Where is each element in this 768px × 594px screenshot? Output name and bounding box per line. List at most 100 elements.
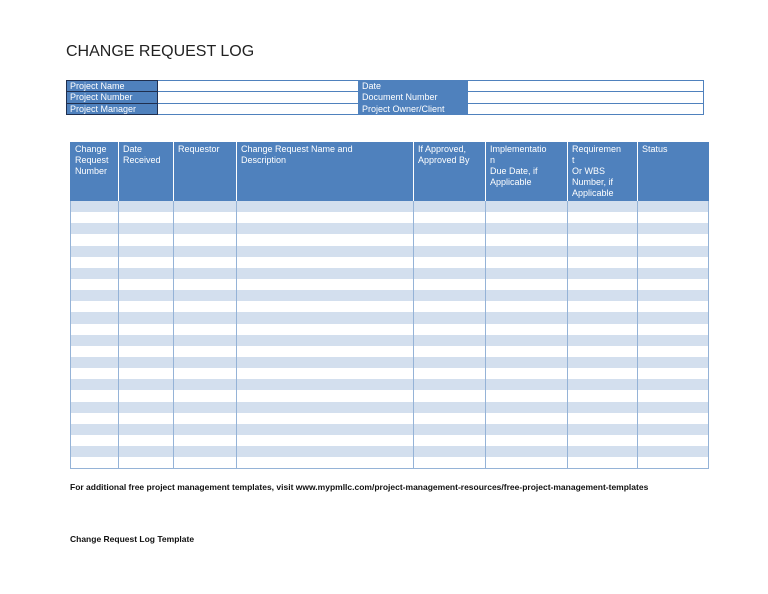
table-cell[interactable] bbox=[413, 212, 486, 224]
table-cell[interactable] bbox=[70, 278, 119, 291]
table-cell[interactable] bbox=[485, 201, 568, 213]
table-cell[interactable] bbox=[118, 379, 174, 391]
table-cell[interactable] bbox=[173, 412, 237, 424]
table-cell[interactable] bbox=[567, 290, 638, 302]
table-cell[interactable] bbox=[118, 301, 174, 313]
table-cell[interactable] bbox=[413, 379, 486, 391]
table-cell[interactable] bbox=[70, 245, 119, 257]
table-cell[interactable] bbox=[70, 334, 119, 346]
table-cell[interactable] bbox=[567, 356, 638, 369]
table-cell[interactable] bbox=[485, 368, 568, 380]
project-name-field[interactable] bbox=[157, 79, 359, 93]
table-cell[interactable] bbox=[236, 423, 414, 435]
table-cell[interactable] bbox=[485, 290, 568, 302]
table-cell[interactable] bbox=[173, 323, 237, 335]
table-cell[interactable] bbox=[413, 267, 486, 279]
table-cell[interactable] bbox=[70, 446, 119, 458]
table-cell[interactable] bbox=[637, 223, 709, 235]
table-cell[interactable] bbox=[70, 423, 119, 435]
table-cell[interactable] bbox=[485, 223, 568, 235]
table-cell[interactable] bbox=[173, 368, 237, 380]
project-number-field[interactable] bbox=[157, 91, 359, 104]
table-cell[interactable] bbox=[567, 323, 638, 335]
table-cell[interactable] bbox=[173, 301, 237, 313]
table-cell[interactable] bbox=[236, 446, 414, 458]
table-cell[interactable] bbox=[413, 423, 486, 435]
table-cell[interactable] bbox=[637, 234, 709, 246]
table-cell[interactable] bbox=[413, 457, 486, 470]
table-cell[interactable] bbox=[637, 379, 709, 391]
table-cell[interactable] bbox=[567, 223, 638, 235]
table-cell[interactable] bbox=[567, 446, 638, 458]
table-cell[interactable] bbox=[236, 223, 414, 235]
table-cell[interactable] bbox=[236, 301, 414, 313]
table-cell[interactable] bbox=[118, 245, 174, 257]
table-cell[interactable] bbox=[637, 290, 709, 302]
project-manager-field[interactable] bbox=[157, 102, 359, 115]
table-cell[interactable] bbox=[70, 434, 119, 447]
table-cell[interactable] bbox=[70, 312, 119, 324]
table-cell[interactable] bbox=[485, 356, 568, 369]
table-cell[interactable] bbox=[118, 312, 174, 324]
table-cell[interactable] bbox=[236, 356, 414, 369]
project-owner-field[interactable] bbox=[467, 102, 704, 115]
table-cell[interactable] bbox=[70, 223, 119, 235]
table-cell[interactable] bbox=[637, 256, 709, 268]
table-cell[interactable] bbox=[413, 323, 486, 335]
table-cell[interactable] bbox=[173, 267, 237, 279]
table-cell[interactable] bbox=[173, 312, 237, 324]
table-cell[interactable] bbox=[485, 345, 568, 357]
table-cell[interactable] bbox=[637, 312, 709, 324]
table-cell[interactable] bbox=[567, 379, 638, 391]
table-cell[interactable] bbox=[567, 267, 638, 279]
document-number-field[interactable] bbox=[467, 91, 704, 104]
table-cell[interactable] bbox=[173, 334, 237, 346]
table-cell[interactable] bbox=[485, 278, 568, 291]
table-cell[interactable] bbox=[118, 356, 174, 369]
table-cell[interactable] bbox=[413, 301, 486, 313]
table-cell[interactable] bbox=[413, 434, 486, 447]
table-cell[interactable] bbox=[413, 256, 486, 268]
table-cell[interactable] bbox=[567, 368, 638, 380]
table-cell[interactable] bbox=[236, 334, 414, 346]
table-cell[interactable] bbox=[567, 212, 638, 224]
table-cell[interactable] bbox=[567, 312, 638, 324]
table-cell[interactable] bbox=[413, 234, 486, 246]
table-cell[interactable] bbox=[485, 334, 568, 346]
table-cell[interactable] bbox=[637, 212, 709, 224]
table-cell[interactable] bbox=[485, 245, 568, 257]
table-cell[interactable] bbox=[567, 423, 638, 435]
table-cell[interactable] bbox=[637, 423, 709, 435]
table-cell[interactable] bbox=[567, 457, 638, 470]
table-cell[interactable] bbox=[567, 234, 638, 246]
table-cell[interactable] bbox=[118, 267, 174, 279]
table-cell[interactable] bbox=[485, 312, 568, 324]
table-cell[interactable] bbox=[413, 401, 486, 413]
table-cell[interactable] bbox=[70, 234, 119, 246]
table-cell[interactable] bbox=[413, 368, 486, 380]
table-cell[interactable] bbox=[413, 412, 486, 424]
table-cell[interactable] bbox=[236, 323, 414, 335]
table-cell[interactable] bbox=[173, 379, 237, 391]
table-cell[interactable] bbox=[236, 290, 414, 302]
table-cell[interactable] bbox=[173, 390, 237, 402]
table-cell[interactable] bbox=[236, 234, 414, 246]
table-cell[interactable] bbox=[118, 234, 174, 246]
table-cell[interactable] bbox=[173, 434, 237, 447]
table-cell[interactable] bbox=[70, 301, 119, 313]
table-cell[interactable] bbox=[236, 368, 414, 380]
table-cell[interactable] bbox=[118, 390, 174, 402]
table-cell[interactable] bbox=[118, 345, 174, 357]
table-cell[interactable] bbox=[413, 245, 486, 257]
table-cell[interactable] bbox=[236, 212, 414, 224]
table-cell[interactable] bbox=[413, 390, 486, 402]
table-cell[interactable] bbox=[413, 345, 486, 357]
table-cell[interactable] bbox=[567, 256, 638, 268]
table-cell[interactable] bbox=[118, 446, 174, 458]
table-cell[interactable] bbox=[485, 301, 568, 313]
table-cell[interactable] bbox=[173, 212, 237, 224]
table-cell[interactable] bbox=[567, 434, 638, 447]
table-cell[interactable] bbox=[173, 356, 237, 369]
date-field[interactable] bbox=[467, 79, 704, 93]
table-cell[interactable] bbox=[70, 390, 119, 402]
